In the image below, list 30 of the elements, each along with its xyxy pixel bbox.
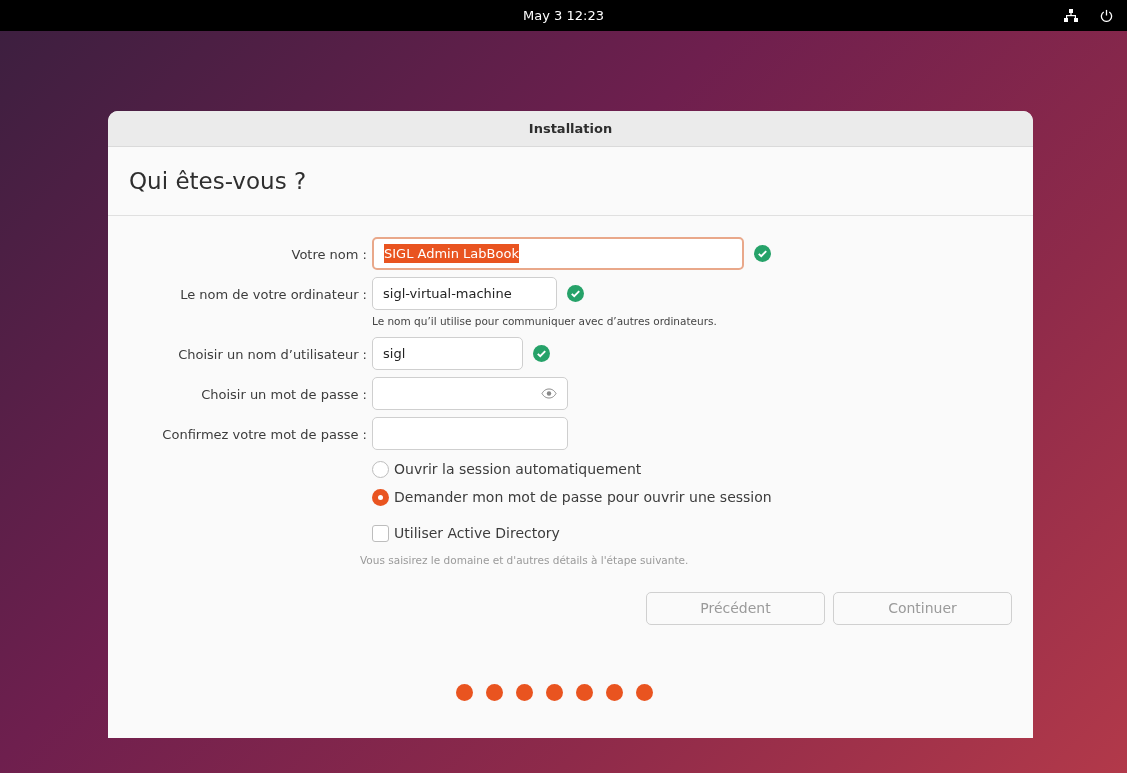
window-title: Installation <box>528 119 613 138</box>
clock[interactable]: May 3 12:23 <box>523 5 604 26</box>
field-label: Votre nom : <box>290 246 367 264</box>
radio-label[interactable]: Ouvrir la session automatiquement <box>394 458 642 480</box>
valid-check-icon <box>567 285 584 302</box>
field-label: Choisir un mot de passe : <box>200 385 367 404</box>
input-field[interactable]: sigl-virtual-machine <box>372 277 557 310</box>
checkbox-hint: Vous saisirez le domaine et d'autres détails à l'étape suivante. <box>360 552 690 568</box>
field-label: Confirmez votre mot de passe : <box>161 425 367 444</box>
field-hint: Le nom qu’il utilise pour communiquer avec d’autres ordinateurs. <box>372 314 718 329</box>
page-heading: Qui êtes-vous ? <box>129 166 307 196</box>
radio-label[interactable]: Demander mon mot de passe pour ouvrir une session <box>394 486 772 508</box>
input-field[interactable]: SIGL Admin LabBook <box>372 237 744 270</box>
eye-icon[interactable] <box>541 387 557 399</box>
checkbox[interactable] <box>372 524 389 542</box>
confirm-password-field[interactable] <box>372 416 568 450</box>
network-icon[interactable] <box>1064 9 1078 22</box>
field-value: sigl <box>383 344 406 363</box>
field-label: Le nom de votre ordinateur : <box>179 286 367 304</box>
field-label: Choisir un nom d’utilisateur : <box>177 345 367 364</box>
field-value: sigl-virtual-machine <box>383 284 512 303</box>
field-value: SIGL Admin LabBook <box>384 243 519 264</box>
radio-button[interactable] <box>372 460 389 478</box>
radio-button[interactable] <box>372 488 389 506</box>
valid-check-icon <box>533 344 550 362</box>
checkbox-label[interactable]: Utiliser Active Directory <box>394 522 560 544</box>
power-icon[interactable] <box>1100 9 1113 22</box>
valid-check-icon <box>754 245 771 262</box>
password-field[interactable] <box>372 376 568 410</box>
input-field[interactable]: sigl <box>372 336 523 370</box>
